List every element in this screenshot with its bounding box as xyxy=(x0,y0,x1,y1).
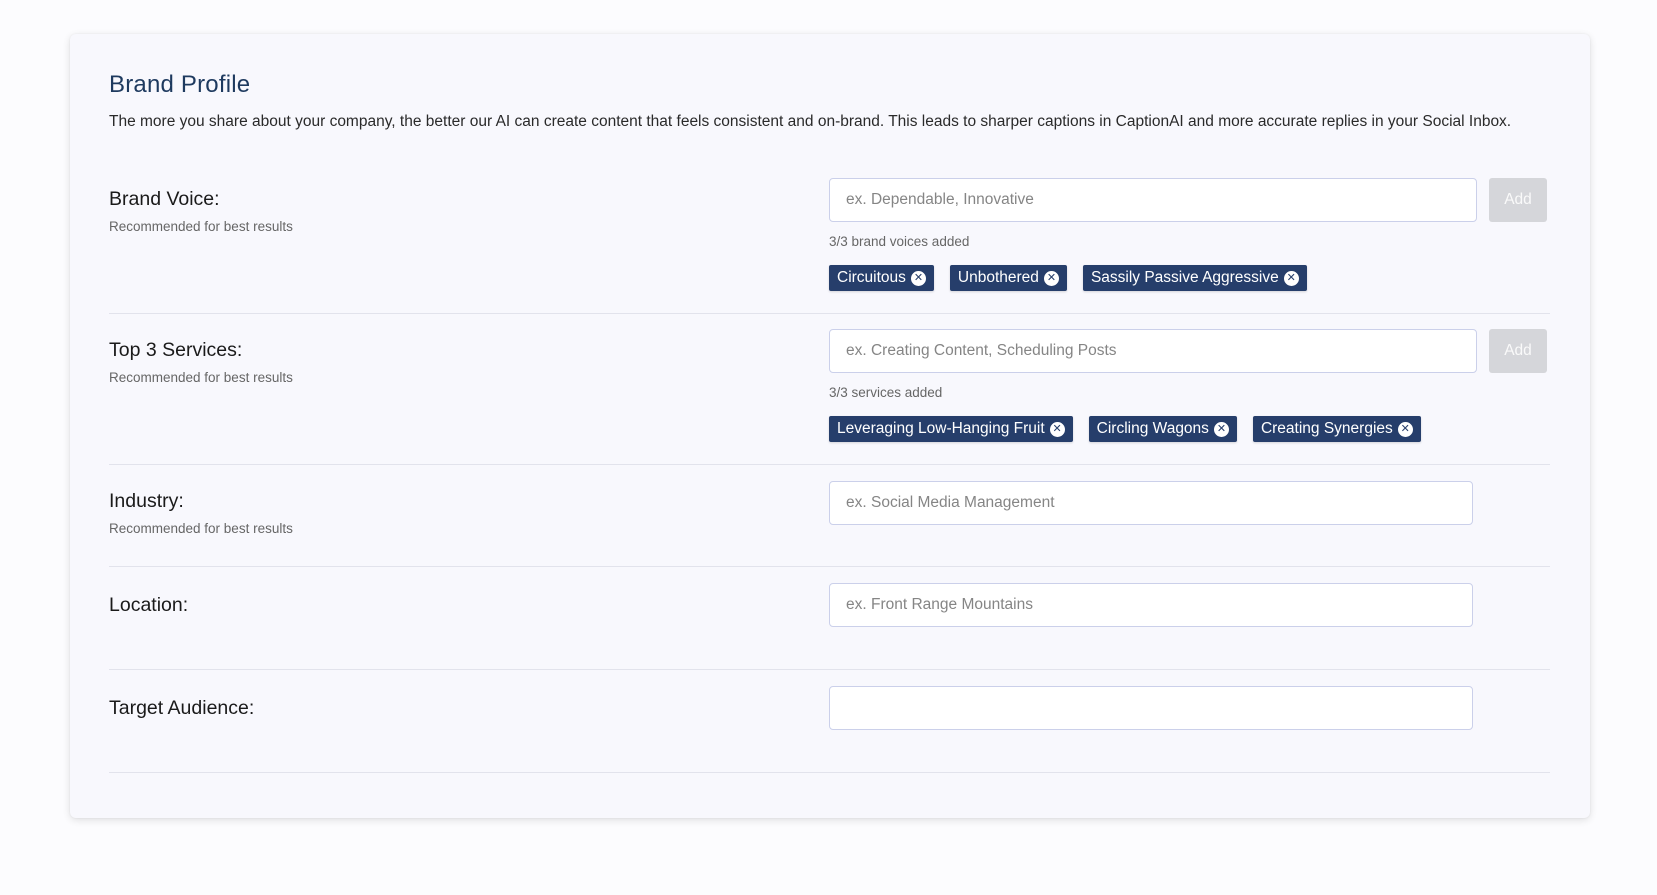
close-circle-icon[interactable]: ✕ xyxy=(1049,421,1065,437)
industry-label: Industry: xyxy=(109,490,184,512)
chip-label: Circling Wagons xyxy=(1096,420,1209,437)
industry-input[interactable] xyxy=(829,481,1473,525)
close-circle-icon[interactable]: ✕ xyxy=(910,270,926,286)
services-label-group: Top 3 Services: Recommended for best res… xyxy=(109,339,293,386)
service-chip: Circling Wagons ✕ xyxy=(1088,416,1237,442)
chip-label: Sassily Passive Aggressive xyxy=(1090,269,1279,286)
target-audience-label: Target Audience: xyxy=(109,697,255,719)
services-input[interactable] xyxy=(829,329,1477,373)
page-title: Brand Profile xyxy=(109,71,251,98)
chip-label: Unbothered xyxy=(957,269,1039,286)
brand-voice-count: 3/3 brand voices added xyxy=(829,234,970,249)
services-field: Add 3/3 services added Leveraging Low-Ha… xyxy=(829,329,1547,442)
brand-voice-add-button[interactable]: Add xyxy=(1489,178,1547,222)
industry-row: Industry: Recommended for best results xyxy=(109,465,1550,567)
service-chip: Creating Synergies ✕ xyxy=(1252,416,1421,442)
close-circle-icon[interactable]: ✕ xyxy=(1397,421,1413,437)
close-circle-icon[interactable]: ✕ xyxy=(1213,421,1229,437)
brand-profile-card: Brand Profile The more you share about y… xyxy=(70,34,1590,818)
chip-label: Leveraging Low-Hanging Fruit xyxy=(837,420,1045,437)
target-audience-label-group: Target Audience: xyxy=(109,697,254,719)
services-label: Top 3 Services: xyxy=(109,339,243,361)
industry-label-group: Industry: Recommended for best results xyxy=(109,490,293,537)
brand-voice-hint: Recommended for best results xyxy=(109,219,293,234)
location-label-group: Location: xyxy=(109,594,188,616)
close-circle-icon[interactable]: ✕ xyxy=(1283,270,1299,286)
brand-voice-chip: Circuitous ✕ xyxy=(829,265,934,291)
brand-voice-label: Brand Voice: xyxy=(109,188,220,210)
services-hint: Recommended for best results xyxy=(109,370,293,385)
services-row: Top 3 Services: Recommended for best res… xyxy=(109,314,1550,465)
chip-label: Creating Synergies xyxy=(1260,420,1393,437)
brand-voice-chips: Circuitous ✕ Unbothered ✕ Sassily Passiv… xyxy=(829,265,1547,291)
page-description: The more you share about your company, t… xyxy=(109,113,1512,130)
chip-label: Circuitous xyxy=(837,269,906,286)
brand-voice-chip: Unbothered ✕ xyxy=(949,265,1067,291)
location-row: Location: xyxy=(109,567,1550,670)
brand-voice-input[interactable] xyxy=(829,178,1477,222)
brand-voice-label-group: Brand Voice: Recommended for best result… xyxy=(109,188,293,235)
industry-field xyxy=(829,481,1473,525)
brand-voice-row: Brand Voice: Recommended for best result… xyxy=(109,178,1550,314)
close-circle-icon[interactable]: ✕ xyxy=(1043,270,1059,286)
location-label: Location: xyxy=(109,594,189,616)
target-audience-row: Target Audience: xyxy=(109,670,1550,773)
location-field xyxy=(829,583,1473,627)
industry-hint: Recommended for best results xyxy=(109,521,293,536)
services-count: 3/3 services added xyxy=(829,385,943,400)
services-add-button[interactable]: Add xyxy=(1489,329,1547,373)
brand-voice-chip: Sassily Passive Aggressive ✕ xyxy=(1082,265,1307,291)
location-input[interactable] xyxy=(829,583,1473,627)
service-chip: Leveraging Low-Hanging Fruit ✕ xyxy=(829,416,1073,442)
services-chips: Leveraging Low-Hanging Fruit ✕ Circling … xyxy=(829,416,1547,442)
target-audience-input[interactable] xyxy=(829,686,1473,730)
target-audience-field xyxy=(829,686,1473,730)
brand-voice-field: Add 3/3 brand voices added Circuitous ✕ … xyxy=(829,178,1547,291)
